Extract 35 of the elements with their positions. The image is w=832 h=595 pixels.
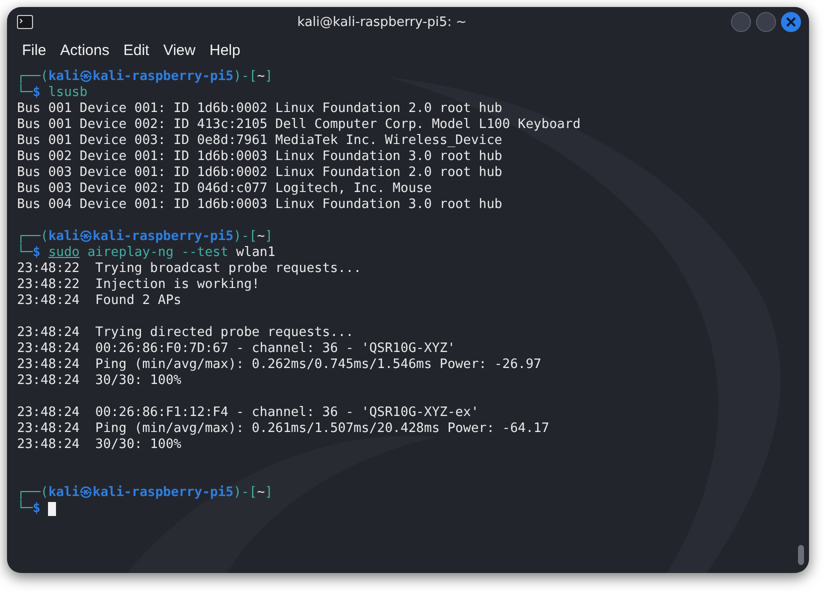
terminal-line: Bus 001 Device 001: ID 1d6b:0002 Linux Foundation 2.0 root hub	[17, 101, 502, 117]
terminal-line: Bus 002 Device 001: ID 1d6b:0003 Linux Foundation 3.0 root hub	[17, 149, 502, 165]
menu-item[interactable]: Actions	[53, 42, 116, 58]
menu-item[interactable]: File	[15, 42, 54, 58]
terminal-line: ┌──(kali㉿kali-raspberry-pi5)-[~]	[17, 69, 273, 84]
terminal-line: 23:48:24 00:26:86:F0:7D:67 - channel: 36 - 'QSR10G-XYZ'	[17, 341, 456, 357]
terminal-line: 23:48:24 Ping (min/avg/max): 0.261ms/1.507ms/20.428ms Power: -64.17	[17, 421, 550, 437]
terminal-line: 23:48:24 30/30: 100%	[17, 373, 182, 389]
terminal-line: ┌──(kali㉿kali-raspberry-pi5)-[~]	[17, 485, 273, 500]
terminal-line: 23:48:24 30/30: 100%	[17, 437, 182, 453]
terminal-line: └─$ lsusb	[17, 85, 88, 101]
terminal-line: 23:48:24 Trying directed probe requests...	[17, 325, 354, 341]
terminal-line: Bus 003 Device 002: ID 046d:c077 Logitech, Inc. Mouse	[17, 181, 432, 197]
terminal-icon	[17, 15, 33, 29]
maximize-button[interactable]	[756, 12, 776, 32]
menu-item[interactable]: Help	[202, 42, 248, 58]
terminal-line: Bus 001 Device 002: ID 413c:2105 Dell Computer Corp. Model L100 Keyboard	[17, 117, 581, 133]
terminal-line: 23:48:24 Ping (min/avg/max): 0.262ms/0.745ms/1.546ms Power: -26.97	[17, 357, 542, 373]
minimize-button[interactable]	[731, 12, 751, 32]
menu-item[interactable]: Edit	[116, 42, 156, 58]
terminal-line: ┌──(kali㉿kali-raspberry-pi5)-[~]	[17, 229, 273, 244]
terminal-line: Bus 004 Device 001: ID 1d6b:0003 Linux Foundation 3.0 root hub	[17, 197, 502, 213]
scrollbar-thumb[interactable]	[798, 545, 804, 565]
window-title: kali@kali-raspberry-pi5: ~	[296, 14, 468, 30]
terminal-line: Bus 001 Device 003: ID 0e8d:7961 MediaTek Inc. Wireless_Device	[17, 133, 502, 149]
close-icon	[786, 17, 796, 27]
terminal-line: 23:48:22 Trying broadcast probe requests...	[17, 261, 362, 277]
menu-item[interactable]: View	[156, 42, 202, 58]
terminal-line: 23:48:22 Injection is working!	[17, 277, 260, 293]
terminal-line: └─$ sudo aireplay-ng --test wlan1	[17, 245, 276, 261]
terminal-line: └─$	[17, 501, 40, 517]
terminal-line: 23:48:24 00:26:86:F1:12:F4 - channel: 36 - 'QSR10G-XYZ-ex'	[17, 405, 479, 421]
terminal-line: Bus 003 Device 001: ID 1d6b:0002 Linux Foundation 2.0 root hub	[17, 165, 502, 181]
close-button[interactable]	[781, 12, 801, 32]
terminal-line: 23:48:24 Found 2 APs	[17, 293, 182, 309]
